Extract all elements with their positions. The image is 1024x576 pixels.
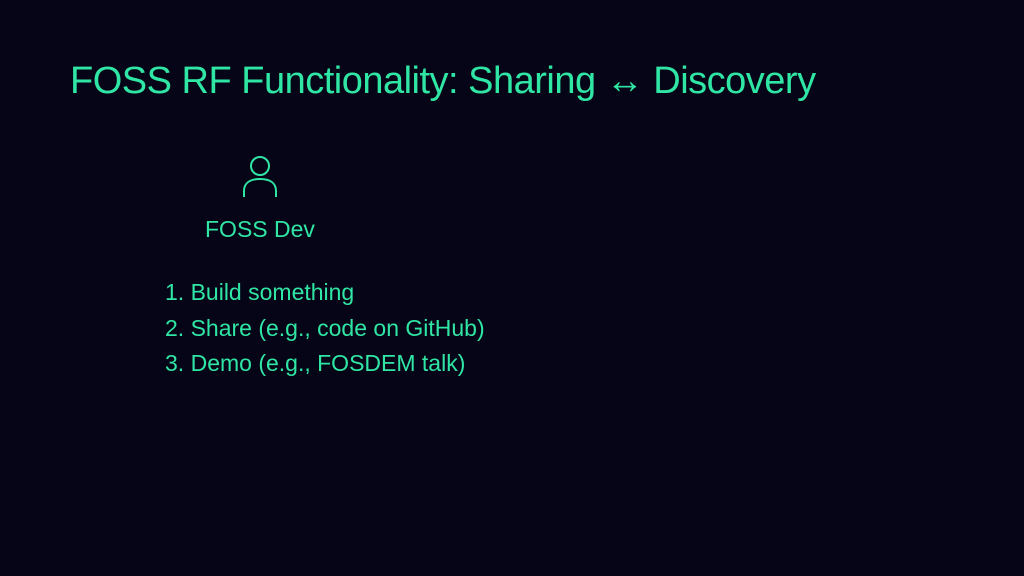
list-item: Share (e.g., code on GitHub) <box>165 311 954 347</box>
slide-title: FOSS RF Functionality: Sharing ↔ Discove… <box>70 60 954 103</box>
slide-container: FOSS RF Functionality: Sharing ↔ Discove… <box>0 0 1024 442</box>
person-icon <box>235 153 285 208</box>
list-item-text: Share (e.g., code on GitHub) <box>191 315 485 341</box>
persona-label: FOSS Dev <box>205 216 315 243</box>
steps-list: Build something Share (e.g., code on Git… <box>165 275 954 382</box>
list-item: Build something <box>165 275 954 311</box>
persona-block: FOSS Dev <box>205 153 315 243</box>
list-item-text: Demo (e.g., FOSDEM talk) <box>191 350 466 376</box>
list-item: Demo (e.g., FOSDEM talk) <box>165 346 954 382</box>
list-item-text: Build something <box>191 279 355 305</box>
